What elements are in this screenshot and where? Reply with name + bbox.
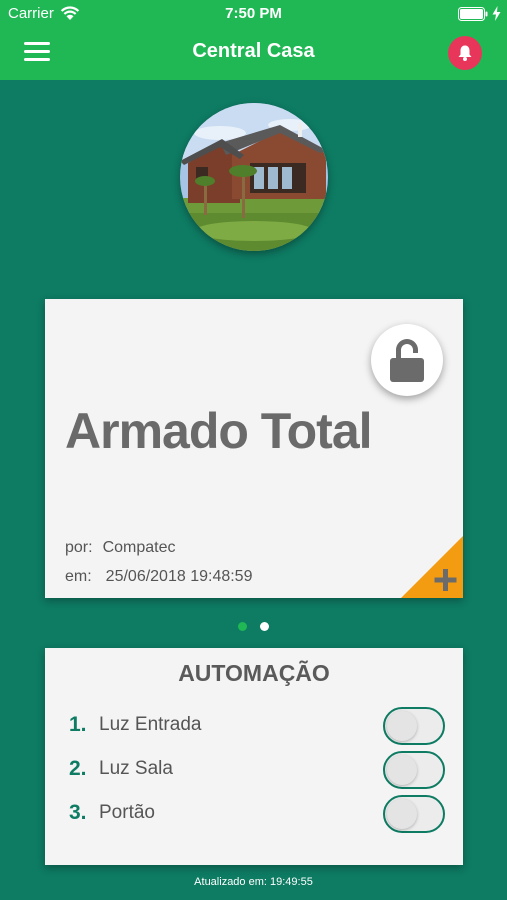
automation-item: 3. Portão xyxy=(69,795,445,833)
automation-item-label: Luz Sala xyxy=(99,758,173,779)
page-dot-1[interactable] xyxy=(238,622,247,631)
automation-toggle-portao[interactable] xyxy=(383,795,445,833)
house-avatar[interactable] xyxy=(180,103,328,251)
automation-card: AUTOMAÇÃO 1. Luz Entrada 2. Luz Sala 3. … xyxy=(45,648,463,865)
armed-at-row: em: 25/06/2018 19:48:59 xyxy=(65,568,252,586)
alarm-status-title: Armado Total xyxy=(65,403,373,459)
notifications-button[interactable] xyxy=(448,36,482,70)
automation-item-number: 3. xyxy=(69,801,87,824)
status-bar: Carrier 7:50 PM xyxy=(0,0,507,28)
toggle-knob xyxy=(387,799,417,829)
page-dot-2[interactable] xyxy=(260,622,269,631)
automation-item-number: 2. xyxy=(69,757,87,780)
armed-at-label: em: xyxy=(65,568,92,585)
clock: 7:50 PM xyxy=(225,5,282,22)
armed-by-value: Compatec xyxy=(102,539,176,556)
automation-toggle-luz-sala[interactable] xyxy=(383,751,445,789)
armed-by-row: por: Compatec xyxy=(65,539,176,557)
automation-title: AUTOMAÇÃO xyxy=(178,660,330,686)
armed-at-value: 25/06/2018 19:48:59 xyxy=(105,568,253,585)
unlocked-padlock-icon xyxy=(390,339,424,382)
add-corner-button[interactable] xyxy=(401,536,463,598)
automation-item: 2. Luz Sala xyxy=(69,751,445,789)
charging-icon xyxy=(492,6,501,21)
battery-icon xyxy=(458,7,488,21)
plus-icon xyxy=(401,536,463,598)
automation-item-label: Portão xyxy=(99,802,155,823)
automation-item: 1. Luz Entrada xyxy=(69,707,445,745)
armed-by-label: por: xyxy=(65,539,93,556)
page-title: Central Casa xyxy=(192,40,315,62)
automation-item-number: 1. xyxy=(69,713,87,736)
house-photo xyxy=(180,103,328,251)
toggle-knob xyxy=(387,711,417,741)
alarm-status-card[interactable]: Armado Total por: Compatec em: 25/06/2018 … xyxy=(45,299,463,598)
automation-item-label: Luz Entrada xyxy=(99,714,202,735)
toggle-knob xyxy=(387,755,417,785)
last-updated-text: Atualizado em: 19:49:55 xyxy=(194,876,313,888)
nav-bar: Central Casa xyxy=(0,28,507,80)
lock-toggle-button[interactable] xyxy=(371,324,443,396)
bell-icon xyxy=(458,45,472,61)
automation-toggle-luz-entrada[interactable] xyxy=(383,707,445,745)
